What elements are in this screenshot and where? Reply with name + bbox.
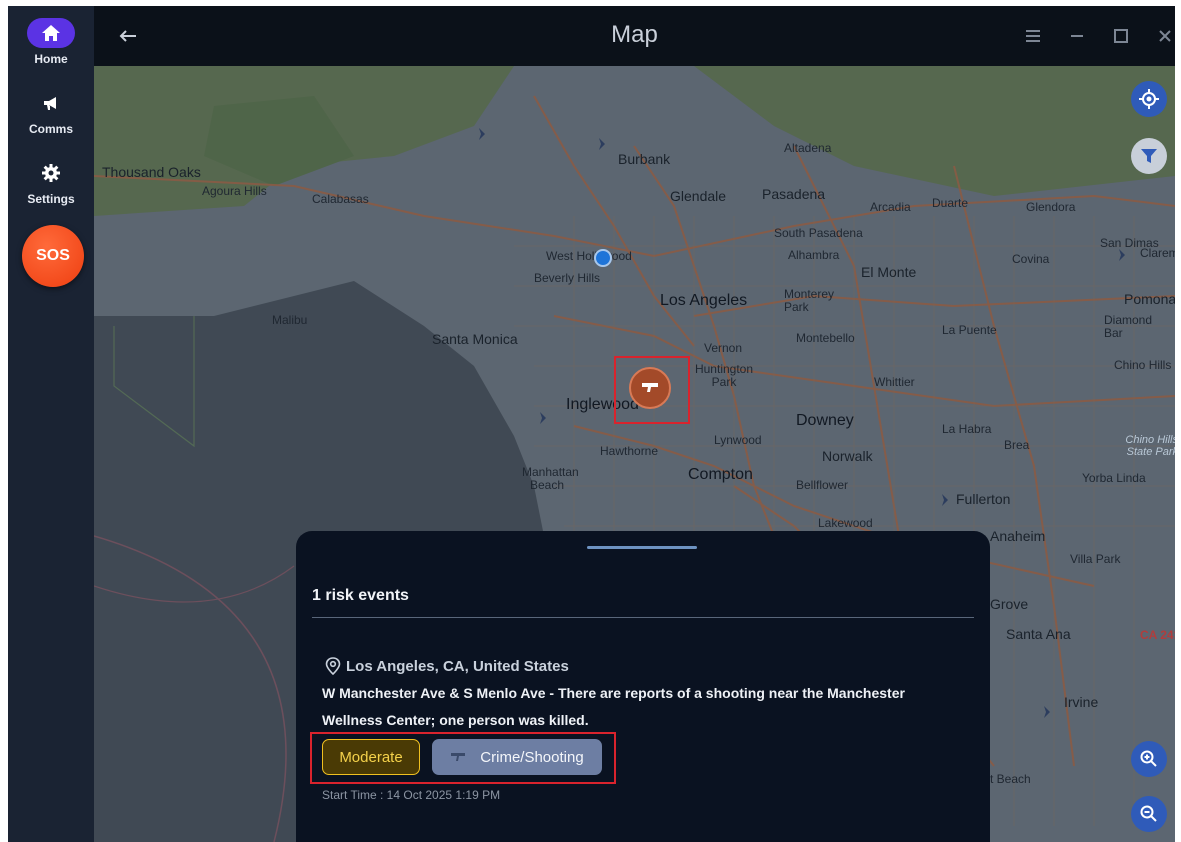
map-label: Yorba Linda (1082, 471, 1146, 485)
home-icon (42, 25, 60, 41)
severity-chip[interactable]: Moderate (322, 739, 420, 775)
map-label: CA 241 (1140, 628, 1175, 642)
category-chip[interactable]: Crime/Shooting (432, 739, 602, 775)
map-label: Altadena (784, 141, 832, 155)
map-label: Diamond Bar (1104, 313, 1153, 340)
map-label: Calabasas (312, 192, 369, 206)
sidebar-item-settings[interactable]: Settings (8, 158, 94, 206)
map-label: El Monte (861, 264, 917, 280)
event-location: Los Angeles, CA, United States (324, 657, 569, 675)
map-label: Compton (688, 466, 753, 483)
category-chip-label: Crime/Shooting (480, 748, 584, 766)
app-window: Home Comms Settings SOS Map Thousand Oak… (8, 6, 1175, 842)
sos-button[interactable]: SOS (22, 225, 84, 287)
sidebar-item-label: Comms (28, 122, 73, 136)
map-label: Arcadia (870, 200, 911, 214)
gun-icon (642, 383, 658, 392)
map-label: Vernon (704, 341, 743, 355)
zoom-out-button[interactable] (1131, 796, 1167, 832)
map-label: Downey (796, 412, 854, 429)
sidebar: Home Comms Settings SOS (8, 6, 94, 842)
megaphone-icon (44, 97, 56, 110)
map-label: Pasadena (762, 186, 826, 202)
zoom-in-icon (1140, 750, 1157, 767)
locate-me-button[interactable] (1131, 81, 1167, 117)
map-label: Monterey Park (784, 287, 835, 314)
crosshair-icon (1139, 89, 1159, 109)
map-label: Villa Park (1070, 552, 1121, 566)
minimize-icon[interactable] (1065, 24, 1089, 48)
map-label: Chino Hills (1114, 358, 1172, 372)
map-label: Beverly Hills (534, 271, 601, 285)
map-label: Malibu (272, 313, 308, 327)
map-label: Santa Monica (432, 331, 518, 347)
event-description: W Manchester Ave & S Menlo Ave - There a… (322, 685, 905, 728)
map-label: Manhattan Beach (522, 465, 579, 492)
map-label: Hawthorne (600, 444, 659, 458)
map-label: Inglewood (566, 396, 639, 413)
filter-icon (1141, 149, 1157, 163)
map-label: Alhambra (788, 248, 840, 262)
map-label: Norwalk (822, 448, 873, 464)
gun-icon (451, 753, 466, 761)
map-label: Irvine (1064, 694, 1099, 710)
map-label: Fullerton (956, 491, 1011, 507)
map-label: Chino Hills State Park (1125, 434, 1175, 458)
map-label: Burbank (618, 151, 671, 167)
map-label: Glendora (1026, 200, 1076, 214)
map-label: Whittier (874, 375, 915, 389)
divider (312, 617, 974, 618)
map-label: t Beach (990, 772, 1031, 786)
zoom-in-button[interactable] (1131, 741, 1167, 777)
sidebar-item-comms-pill (27, 88, 75, 118)
map-label: Lakewood (818, 516, 873, 530)
event-start-time: Start Time : 14 Oct 2025 1:19 PM (322, 788, 501, 802)
sidebar-item-home[interactable]: Home (8, 18, 94, 66)
current-location-dot (594, 249, 612, 267)
shooting-event-marker[interactable] (629, 367, 671, 409)
map-label: Brea (1004, 438, 1030, 452)
map-label: Claremont (1140, 246, 1175, 260)
map-view[interactable]: Thousand Oaks Agoura Hills Calabasas Mal… (94, 66, 1175, 842)
location-pin-icon (325, 657, 341, 675)
map-label: Lynwood (714, 433, 762, 447)
map-label: South Pasadena (774, 226, 863, 240)
sidebar-item-home-pill (27, 18, 75, 48)
risk-events-sheet: 1 risk events Los Angeles, CA, United St… (296, 531, 990, 842)
map-label: Thousand Oaks (102, 164, 201, 180)
map-label: La Habra (942, 422, 992, 436)
menu-icon[interactable] (1021, 24, 1045, 48)
map-label: Los Angeles (660, 292, 748, 309)
risk-events-count: 1 risk events (312, 587, 409, 604)
map-label: West Hollywood (546, 249, 632, 263)
map-label: Pomona (1124, 291, 1175, 307)
event-location-text: Los Angeles, CA, United States (346, 657, 569, 675)
gear-icon (42, 164, 60, 182)
map-label: Anaheim (990, 528, 1046, 544)
map-label: Bellflower (796, 478, 849, 492)
map-label: Montebello (796, 331, 855, 345)
map-label: Huntington Park (694, 362, 754, 389)
maximize-icon[interactable] (1109, 24, 1133, 48)
sidebar-item-label: Home (34, 52, 68, 66)
header-bar: Map (94, 6, 1175, 66)
map-label: Covina (1012, 252, 1050, 266)
page-title: Map (611, 21, 658, 48)
sheet-drag-handle[interactable] (587, 546, 697, 549)
sidebar-item-label: Settings (27, 192, 75, 206)
map-label: Duarte (932, 196, 969, 210)
map-label: Agoura Hills (202, 184, 267, 198)
map-label: La Puente (942, 323, 997, 337)
map-label: Glendale (670, 188, 727, 204)
sidebar-item-comms[interactable]: Comms (8, 88, 94, 136)
sidebar-item-settings-pill (27, 158, 75, 188)
zoom-out-icon (1140, 805, 1157, 822)
filter-button[interactable] (1131, 138, 1167, 174)
close-icon[interactable] (1153, 24, 1175, 48)
map-label: Grove (990, 596, 1029, 612)
map-label: Santa Ana (1006, 626, 1071, 642)
